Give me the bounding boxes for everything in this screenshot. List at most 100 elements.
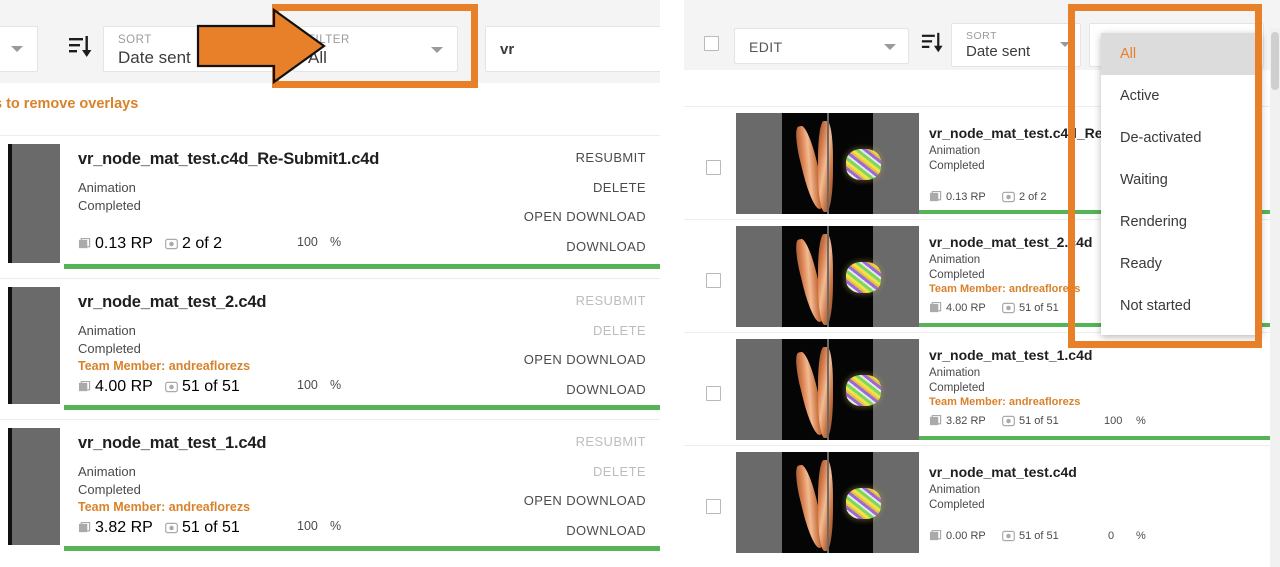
job-thumbnail	[8, 287, 60, 404]
job-percent-unit: %	[1136, 530, 1146, 542]
job-card[interactable]: vr_node_mat_test_1.c4d Animation Complet…	[0, 419, 660, 557]
sort-select-right[interactable]: SORT Date sent	[951, 23, 1081, 67]
job-frames-value: 51 of 51	[1019, 530, 1059, 542]
menu-item-rendering[interactable]: Rendering	[1101, 201, 1261, 243]
job-status: Completed	[78, 482, 141, 497]
search-input-value: vr	[500, 41, 515, 58]
job-percent: 100	[297, 235, 318, 249]
job-checkbox[interactable]	[706, 386, 721, 401]
delete-action[interactable]: DELETE	[593, 464, 646, 479]
search-input[interactable]: vr	[485, 26, 660, 72]
thumbnail-split	[826, 226, 829, 327]
job-rp: 3.82 RP	[929, 415, 986, 427]
download-action[interactable]: DOWNLOAD	[566, 239, 646, 254]
left-panel: SORT Date sent FILTER All vr s to remove…	[0, 0, 660, 567]
job-status: Completed	[929, 499, 985, 511]
menu-item-ready[interactable]: Ready	[1101, 243, 1261, 285]
job-frames: 51 of 51	[1002, 530, 1059, 542]
job-rp: 0.13 RP	[929, 191, 986, 203]
job-status: Completed	[78, 341, 141, 356]
job-rp-value: 0.13 RP	[946, 191, 986, 203]
job-type: Animation	[929, 145, 981, 157]
job-frames-value: 51 of 51	[1019, 302, 1059, 314]
menu-item-active[interactable]: Active	[1101, 75, 1261, 117]
job-rp-value: 0.13 RP	[95, 235, 153, 252]
right-panel: EDIT SORT Date sent Buy	[684, 0, 1280, 567]
job-progress-bar	[64, 546, 660, 551]
job-percent-unit: %	[330, 519, 342, 533]
chevron-down-icon	[884, 44, 896, 50]
thumbnail-split	[826, 339, 829, 440]
job-progress-bar	[64, 264, 660, 269]
job-frames: 2 of 2	[165, 235, 222, 253]
open-downloads-action[interactable]: OPEN DOWNLOAD	[524, 352, 646, 367]
job-checkbox[interactable]	[706, 273, 721, 288]
resubmit-action[interactable]: RESUBMIT	[576, 150, 646, 165]
job-type: Animation	[929, 254, 981, 266]
frames-icon	[165, 381, 178, 393]
sort-label: SORT	[966, 30, 997, 42]
job-title: vr_node_mat_test.c4d_Re	[929, 125, 1103, 141]
job-rp: 0.00 RP	[929, 530, 986, 542]
job-rp-value: 3.82 RP	[95, 519, 153, 536]
download-action[interactable]: DOWNLOAD	[566, 523, 646, 538]
sort-icon[interactable]	[68, 34, 94, 60]
resubmit-action[interactable]: RESUBMIT	[576, 293, 646, 308]
job-checkbox[interactable]	[706, 499, 721, 514]
frames-icon	[165, 238, 178, 250]
render-sphere	[845, 149, 881, 180]
job-team-member: Team Member: andreaflorezs	[78, 500, 251, 514]
job-rp-value: 3.82 RP	[946, 415, 986, 427]
render-sphere	[845, 375, 881, 406]
job-rp-value: 0.00 RP	[946, 530, 986, 542]
renderpoints-icon	[78, 238, 91, 249]
menu-item-deactivated[interactable]: De-activated	[1101, 117, 1261, 159]
job-card[interactable]: vr_node_mat_test_1.c4d Animation Complet…	[684, 332, 1280, 445]
download-action[interactable]: DOWNLOAD	[566, 382, 646, 397]
menu-item-all[interactable]: All	[1101, 33, 1261, 75]
sort-label: SORT	[118, 34, 152, 46]
job-rp: 4.00 RP	[78, 378, 153, 396]
sort-value: Date sent	[966, 43, 1031, 60]
job-card[interactable]: vr_node_mat_test.c4d Animation Completed…	[684, 445, 1280, 558]
vertical-scrollbar[interactable]	[1270, 28, 1280, 567]
job-title: vr_node_mat_test_2.c4d	[929, 234, 1093, 250]
frames-icon	[1002, 530, 1015, 542]
scrollbar-thumb[interactable]	[1271, 32, 1279, 90]
job-frames-value: 2 of 2	[182, 235, 223, 252]
job-checkbox[interactable]	[706, 160, 721, 175]
job-title: vr_node_mat_test_1.c4d	[929, 347, 1093, 363]
job-title: vr_node_mat_test.c4d	[929, 464, 1077, 480]
delete-action[interactable]: DELETE	[593, 180, 646, 195]
filter-dropdown-menu[interactable]: All Active De-activated Waiting Renderin…	[1101, 33, 1261, 335]
open-downloads-action[interactable]: OPEN DOWNLOAD	[524, 209, 646, 224]
chevron-down-icon	[11, 46, 23, 52]
select-all-checkbox[interactable]	[704, 36, 719, 51]
job-frames-value: 51 of 51	[1019, 415, 1059, 427]
menu-item-not-started[interactable]: Not started	[1101, 285, 1261, 327]
job-frames-value: 51 of 51	[182, 519, 240, 536]
job-percent: 100	[297, 519, 318, 533]
job-card[interactable]: vr_node_mat_test_2.c4d Animation Complet…	[0, 278, 660, 416]
thumbnail-split	[826, 452, 829, 553]
job-rp: 4.00 RP	[929, 302, 986, 314]
job-thumbnail	[736, 452, 919, 553]
job-frames-value: 2 of 2	[1019, 191, 1047, 203]
delete-action[interactable]: DELETE	[593, 323, 646, 338]
renderpoints-icon	[929, 302, 942, 313]
job-card[interactable]: vr_node_mat_test.c4d_Re-Submit1.c4d Anim…	[0, 135, 660, 275]
job-frames: 51 of 51	[165, 378, 240, 396]
left-partial-select[interactable]	[0, 26, 38, 72]
job-frames: 51 of 51	[1002, 302, 1059, 314]
edit-select[interactable]: EDIT	[734, 28, 909, 64]
panel-divider	[660, 0, 684, 567]
sort-icon[interactable]	[921, 31, 945, 55]
job-title: vr_node_mat_test_1.c4d	[78, 434, 267, 452]
job-thumbnail	[736, 339, 919, 440]
chevron-down-icon	[1060, 42, 1070, 47]
menu-item-waiting[interactable]: Waiting	[1101, 159, 1261, 201]
resubmit-action[interactable]: RESUBMIT	[576, 434, 646, 449]
overlay-notice-left[interactable]: s to remove overlays	[0, 96, 138, 112]
open-downloads-action[interactable]: OPEN DOWNLOAD	[524, 493, 646, 508]
left-toolbar: SORT Date sent FILTER All vr	[0, 0, 660, 83]
